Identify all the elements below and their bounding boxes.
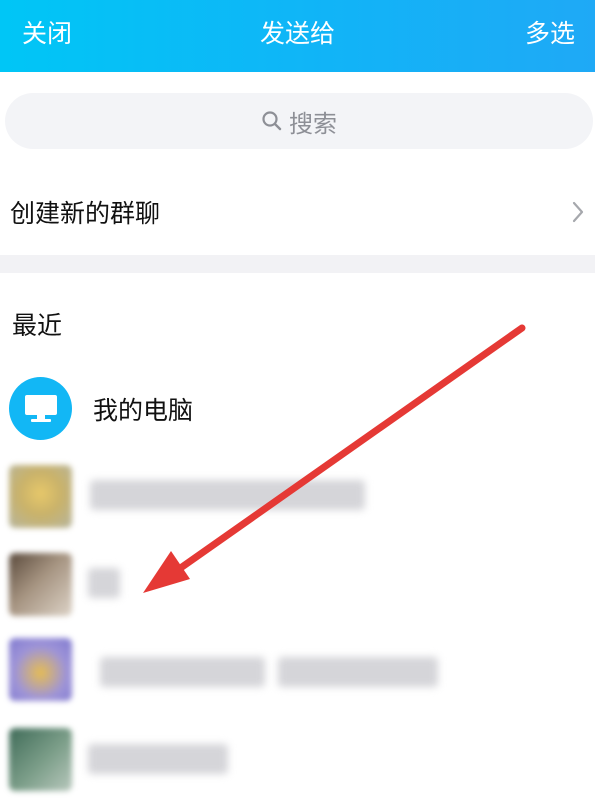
recent-section-title: 最近: [12, 311, 63, 340]
chevron-right-icon: [572, 201, 584, 223]
contact-name: 我的电脑: [93, 396, 194, 425]
computer-avatar: [9, 377, 72, 440]
search-placeholder: 搜索: [289, 109, 337, 138]
avatar: [9, 728, 72, 791]
avatar: [9, 465, 72, 528]
nav-header: 关闭 发送给 多选: [0, 0, 595, 72]
list-item[interactable]: [0, 548, 595, 628]
section-divider: [0, 255, 595, 273]
contact-name-redacted: [88, 568, 120, 598]
create-group-label: 创建新的群聊: [10, 199, 161, 228]
avatar: [9, 638, 72, 701]
search-icon: [262, 111, 282, 131]
contact-name-redacted: [100, 657, 265, 687]
contact-name-redacted: [88, 744, 228, 774]
monitor-icon: [25, 395, 57, 422]
contact-name-redacted: [278, 657, 438, 687]
list-item[interactable]: [0, 722, 595, 802]
list-item[interactable]: [0, 462, 595, 542]
multiselect-button[interactable]: 多选: [525, 17, 575, 51]
search-placeholder-wrap: 搜索: [5, 93, 593, 149]
list-item[interactable]: [0, 635, 595, 715]
page-title: 发送给: [259, 19, 335, 48]
create-group-row[interactable]: 创建新的群聊: [0, 180, 595, 246]
avatar: [9, 553, 72, 616]
search-bar[interactable]: 搜索: [5, 93, 593, 149]
close-button[interactable]: 关闭: [22, 17, 72, 51]
page-title-container: 发送给: [0, 17, 595, 51]
contact-name-redacted: [90, 480, 365, 510]
list-item-my-computer[interactable]: 我的电脑: [0, 377, 595, 457]
